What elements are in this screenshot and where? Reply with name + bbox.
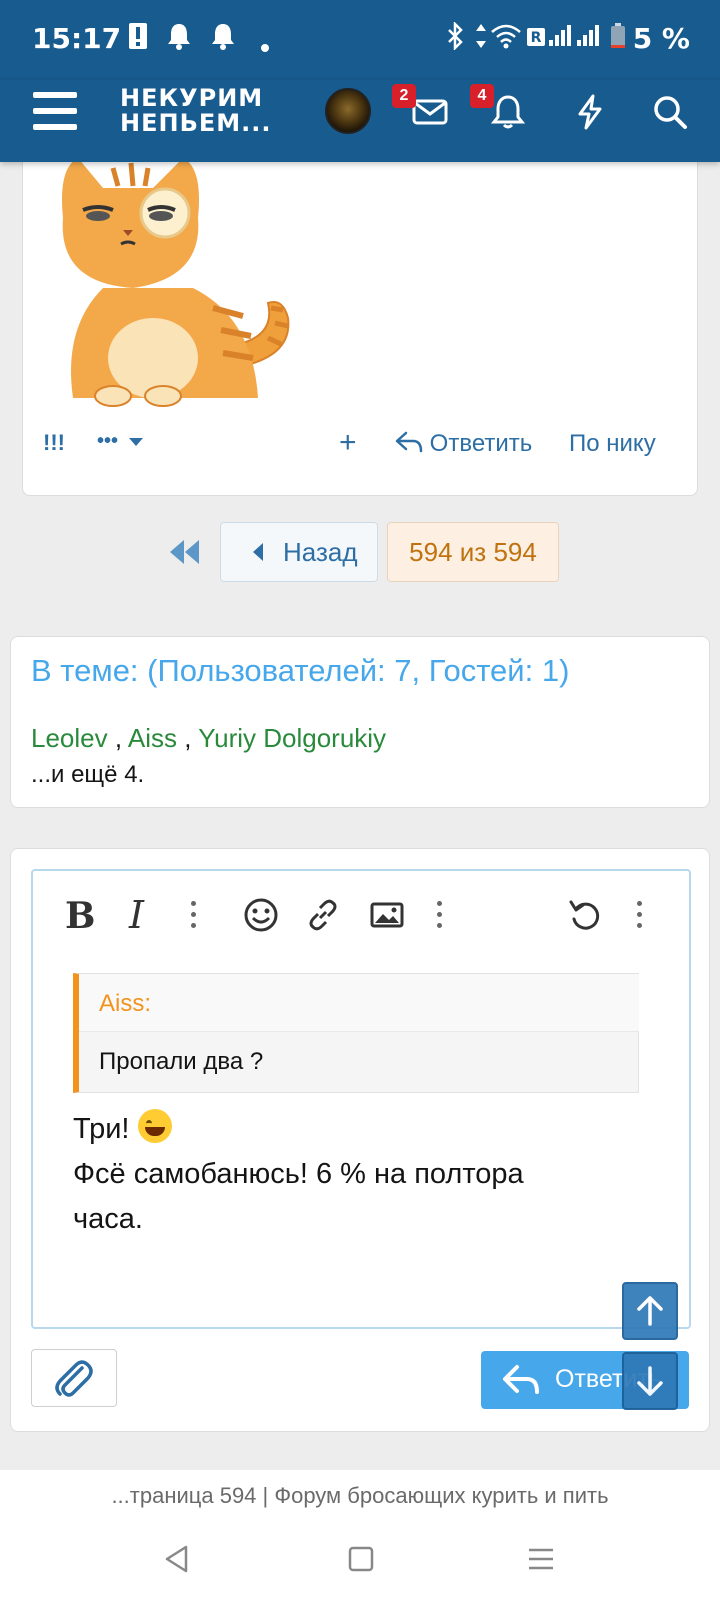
previous-page-button[interactable]: Назад — [220, 522, 378, 582]
arrow-down-icon — [637, 1366, 663, 1396]
post-actions-bar: !!! ••• + Ответить По нику — [23, 426, 699, 470]
signal-icon — [576, 22, 600, 57]
report-button[interactable]: !!! — [43, 430, 65, 456]
scroll-to-top-button[interactable] — [622, 1282, 678, 1340]
search-icon — [654, 96, 687, 129]
messages-button[interactable]: 2 — [392, 84, 450, 132]
grinning-sweat-emoji-icon — [137, 1109, 172, 1143]
recents-nav-icon[interactable] — [526, 1544, 556, 1574]
browser-page-title[interactable]: ...траница 594 | Форум бросающих курить … — [0, 1470, 720, 1522]
more-options-icon[interactable] — [635, 901, 643, 941]
user-avatar[interactable] — [325, 88, 371, 134]
more-insert-icon[interactable] — [435, 901, 443, 941]
bell-outline-icon — [490, 95, 526, 129]
alerts-badge: 4 — [470, 84, 494, 108]
reply-arrow-icon — [395, 431, 423, 453]
user-separator: , — [177, 723, 199, 753]
first-page-button[interactable] — [168, 538, 202, 566]
message-line-1: Три! — [73, 1113, 138, 1145]
envelope-icon — [412, 99, 448, 125]
current-page-indicator[interactable]: 594 из 594 — [387, 522, 559, 582]
thread-viewers-list: Leolev , Aiss , Yuriy Dolgorukiy — [31, 723, 386, 754]
quick-reply-block: B I Aiss: Пропали два ? Три! Фсё самобан… — [10, 848, 710, 1432]
alert-icon — [128, 22, 148, 57]
post-reply-button[interactable]: Ответить — [395, 430, 532, 458]
rich-text-editor[interactable]: B I Aiss: Пропали два ? Три! Фсё самобан… — [31, 869, 691, 1329]
paperclip-icon — [55, 1360, 93, 1397]
more-actions-button[interactable]: ••• — [97, 430, 144, 453]
emoji-button[interactable] — [243, 897, 279, 937]
post-card: !!! ••• + Ответить По нику — [22, 140, 698, 496]
chevron-left-icon — [253, 543, 263, 561]
post-reply-label: Ответить — [429, 430, 533, 457]
whats-new-button[interactable] — [570, 92, 610, 132]
wifi-icon — [490, 22, 522, 57]
bell-icon — [210, 22, 236, 57]
user-separator: , — [107, 723, 128, 753]
scroll-to-bottom-button[interactable] — [622, 1352, 678, 1410]
more-actions-label: ••• — [97, 430, 119, 452]
site-logo[interactable]: НЕКУРИМ НЕПЬЕМ... — [120, 86, 272, 136]
more-viewers-text: ...и ещё 4. — [31, 761, 145, 788]
menu-icon[interactable] — [33, 92, 77, 132]
user-link[interactable]: Leolev — [31, 723, 108, 753]
link-icon — [309, 899, 337, 931]
app-header: НЕКУРИМ НЕПЬЕМ... 2 4 — [0, 80, 720, 162]
bold-button[interactable]: B — [65, 895, 95, 937]
bluetooth-icon — [446, 20, 464, 57]
reply-icon — [503, 1365, 539, 1394]
undo-icon — [569, 900, 600, 930]
thread-viewers-block: В теме: (Пользователей: 7, Гостей: 1) Le… — [10, 636, 710, 808]
home-nav-icon[interactable] — [346, 1544, 376, 1574]
add-to-multiquote-button[interactable]: + — [339, 426, 357, 460]
battery-percent: 5 % — [632, 22, 690, 55]
undo-button[interactable] — [567, 897, 603, 937]
insert-image-button[interactable] — [369, 897, 405, 937]
message-line-3: часа. — [73, 1203, 143, 1235]
quote-author[interactable]: Aiss: — [79, 974, 639, 1032]
logo-line-1: НЕКУРИМ — [120, 84, 264, 112]
back-nav-icon[interactable] — [162, 1544, 192, 1574]
battery-icon — [610, 22, 626, 57]
logo-line-2: НЕПЬЕМ... — [120, 109, 272, 137]
previous-page-label: Назад — [283, 537, 358, 567]
image-icon — [370, 902, 404, 928]
italic-button[interactable]: I — [129, 893, 144, 937]
user-link[interactable]: Yuriy Dolgorukiy — [198, 723, 386, 753]
roaming-icon: R — [526, 22, 546, 57]
system-nav-bar — [0, 1522, 720, 1600]
dot-icon — [260, 30, 270, 60]
status-time: 15:17 — [32, 22, 122, 55]
quote-text: Пропали два ? — [99, 1048, 264, 1075]
message-line-2: Фсё самобанюсь! 6 % на полтора — [73, 1158, 524, 1190]
smiley-icon — [244, 898, 278, 932]
caret-down-icon — [128, 438, 143, 446]
attach-files-button[interactable] — [31, 1349, 117, 1407]
signal-icon — [548, 22, 572, 57]
more-formatting-icon[interactable] — [189, 901, 197, 941]
status-bar: 15:17 R 5 % — [0, 0, 720, 80]
cat-sticker-image — [62, 158, 290, 407]
arrow-up-icon — [637, 1296, 663, 1326]
data-arrows-icon — [474, 22, 488, 57]
insert-link-button[interactable] — [305, 897, 341, 937]
lightning-icon — [578, 94, 602, 130]
bell-icon — [166, 22, 192, 57]
reply-by-nick-button[interactable]: По нику — [569, 430, 656, 458]
svg-text:R: R — [531, 30, 542, 46]
quote-block: Aiss: Пропали два ? — [73, 973, 639, 1093]
message-text[interactable]: Три! Фсё самобанюсь! 6 % на полтора часа… — [73, 1107, 633, 1242]
double-chevron-left-icon — [170, 540, 199, 564]
alerts-button[interactable]: 4 — [470, 84, 528, 132]
search-button[interactable] — [650, 92, 690, 132]
messages-badge: 2 — [392, 84, 416, 108]
user-link[interactable]: Aiss — [128, 723, 177, 753]
thread-viewers-title: В теме: (Пользователей: 7, Гостей: 1) — [31, 653, 570, 688]
